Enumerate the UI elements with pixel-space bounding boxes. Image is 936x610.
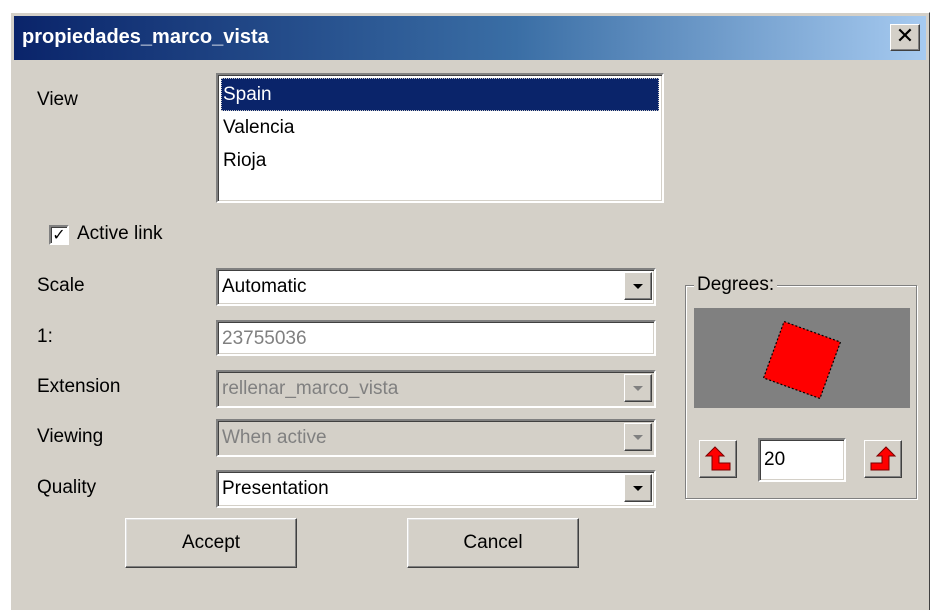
scale-value: Automatic [222,276,307,297]
viewing-value: When active [222,427,327,448]
close-icon: ✕ [895,24,915,49]
rotation-preview [694,308,910,408]
chevron-down-icon[interactable] [624,474,652,502]
window-title: propiedades_marco_vista [22,26,269,48]
accept-button[interactable]: Accept [125,518,297,568]
ratio-label: 1: [37,326,53,347]
viewing-label: Viewing [37,426,104,447]
chevron-down-icon [624,423,652,451]
view-label: View [37,89,78,110]
rotated-square-icon [762,320,842,400]
degrees-group: Degrees: 20 [685,274,917,499]
active-link-label[interactable]: Active link [77,223,163,245]
extension-select: rellenar_marco_vista [216,370,656,408]
cancel-button[interactable]: Cancel [407,518,579,568]
chevron-down-icon [624,374,652,402]
rotate-right-arrow-icon [870,446,897,471]
quality-label: Quality [37,477,97,498]
extension-label: Extension [37,376,121,397]
viewing-select: When active [216,419,656,457]
active-link-checkbox[interactable]: ✓ [49,225,69,245]
view-list-item[interactable]: Spain [221,78,659,111]
scale-label: Scale [37,275,85,296]
close-button[interactable]: ✕ [890,24,920,51]
degrees-label: Degrees: [694,274,778,296]
degrees-value: 20 [764,449,786,470]
degrees-input[interactable]: 20 [758,438,846,482]
chevron-down-icon[interactable] [624,272,652,300]
view-list-item[interactable]: Rioja [221,144,659,177]
rotate-left-button[interactable] [699,440,737,478]
view-listbox[interactable]: Spain Valencia Rioja [216,73,664,203]
quality-value: Presentation [222,478,329,499]
rotate-left-arrow-icon [704,446,731,471]
dialog-window: propiedades_marco_vista ✕ View Spain Val… [10,12,930,610]
ratio-input[interactable]: 23755036 [216,320,656,356]
extension-value: rellenar_marco_vista [222,378,399,399]
quality-select[interactable]: Presentation [216,470,656,508]
title-bar[interactable]: propiedades_marco_vista ✕ [14,16,926,60]
rotate-right-button[interactable] [864,440,902,478]
view-list-item[interactable]: Valencia [221,111,659,144]
ratio-value: 23755036 [222,328,307,349]
checkmark-icon: ✓ [52,225,66,244]
scale-select[interactable]: Automatic [216,268,656,306]
